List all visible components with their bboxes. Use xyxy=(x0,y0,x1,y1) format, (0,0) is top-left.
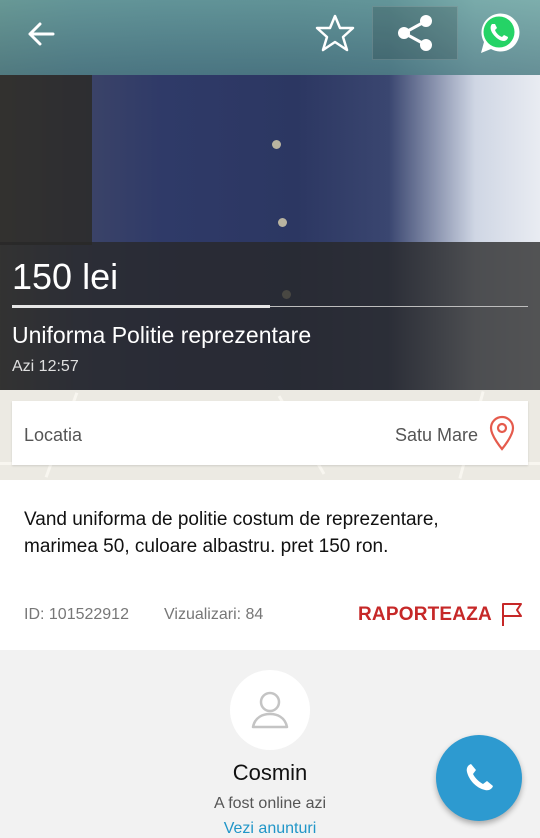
phone-icon xyxy=(466,764,493,791)
report-button[interactable]: RAPORTEAZA xyxy=(358,604,492,626)
photo-detail xyxy=(278,218,287,227)
arrow-left-icon xyxy=(28,22,55,46)
whatsapp-icon xyxy=(481,13,520,54)
call-button[interactable] xyxy=(436,735,522,821)
photo-progress-track xyxy=(12,305,528,308)
share-icon xyxy=(398,15,432,51)
user-icon xyxy=(251,691,289,729)
share-button[interactable] xyxy=(372,6,458,60)
description-card: Vand uniforma de politie costum de repre… xyxy=(0,480,540,650)
whatsapp-button[interactable] xyxy=(472,8,526,58)
avatar[interactable] xyxy=(230,670,310,750)
listing-photo[interactable]: 150 lei Uniforma Politie reprezentare Az… xyxy=(0,0,540,390)
map-pin-icon xyxy=(489,415,515,451)
price: 150 lei xyxy=(12,256,119,297)
location-label: Locatia xyxy=(24,425,83,445)
favorite-button[interactable] xyxy=(310,10,360,56)
star-outline-icon xyxy=(315,14,355,52)
back-button[interactable] xyxy=(18,14,64,54)
view-ads-link[interactable]: Vezi anunturi xyxy=(0,820,540,838)
description-text: Vand uniforma de politie costum de repre… xyxy=(24,509,439,557)
posted-time: Azi 12:57 xyxy=(12,358,79,375)
photo-detail xyxy=(272,140,281,149)
photo-left-shadow xyxy=(0,75,92,245)
listing-title: Uniforma Politie reprezentare xyxy=(12,322,312,348)
flag-icon[interactable] xyxy=(500,602,524,628)
photo-top-area xyxy=(0,0,540,75)
listing-id: ID: 101522912 xyxy=(24,606,129,623)
location-value: Satu Mare xyxy=(394,425,478,445)
view-count: Vizualizari: 84 xyxy=(164,606,264,623)
location-card[interactable]: Locatia Satu Mare xyxy=(12,401,528,465)
photo-progress-bar xyxy=(12,305,270,308)
